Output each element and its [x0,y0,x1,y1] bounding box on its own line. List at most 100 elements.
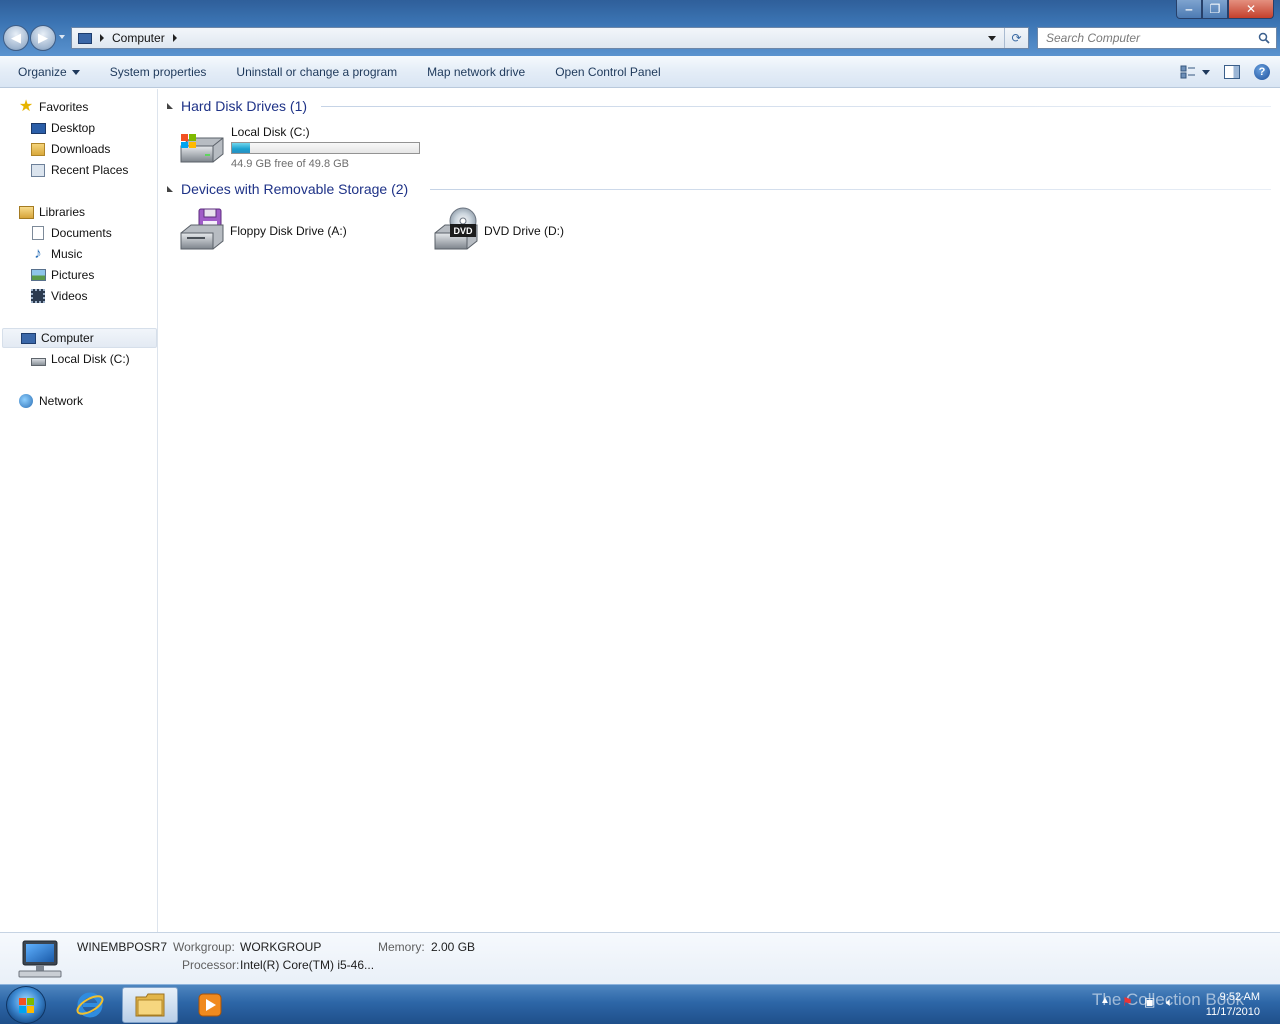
search-box[interactable] [1037,27,1277,49]
media-player-icon [198,993,222,1017]
volume-icon[interactable]: 🔈︎ [1166,995,1180,1009]
drive-name: Local Disk (C:) [231,125,310,139]
nav-local-disk-label: Local Disk (C:) [51,352,130,366]
star-icon: ★ [18,98,34,115]
computer-name: WINEMBPOSR7 [77,940,168,954]
nav-recent-places-label: Recent Places [51,163,129,177]
dvd-badge: DVD [453,226,473,236]
change-view-button[interactable] [1180,65,1210,79]
refresh-button[interactable]: ⟳ [1004,28,1028,48]
windows-logo-icon [19,998,34,1013]
details-pane: WINEMBPOSR7 Workgroup: WORKGROUP Memory:… [0,932,1280,984]
open-control-panel-button[interactable]: Open Control Panel [540,56,675,88]
show-hidden-icons-icon[interactable]: ▲ [1100,995,1114,1009]
help-button[interactable]: ? [1254,64,1270,80]
internet-explorer-icon [76,992,104,1018]
system-tray: ▲ ⚑ ▣ 🔈︎ [1100,995,1180,1009]
uninstall-program-button[interactable]: Uninstall or change a program [221,56,412,88]
preview-pane-button[interactable] [1224,65,1240,79]
taskbar-windows-explorer[interactable] [122,987,178,1023]
close-button[interactable]: ✕ [1228,0,1274,19]
collapse-arrow-icon [167,186,173,192]
maximize-button[interactable]: ❐ [1202,0,1228,19]
memory-label: Memory: [378,940,425,954]
chevron-down-icon [1202,69,1210,75]
navigation-pane: ★ Favorites Desktop Downloads Recent Pla… [0,89,158,932]
nav-recent-places[interactable]: Recent Places [30,160,128,180]
drive-name: Floppy Disk Drive (A:) [230,224,347,238]
nav-videos-label: Videos [51,289,88,303]
nav-libraries-label: Libraries [39,205,86,219]
clock-date: 11/17/2010 [1205,1006,1260,1018]
network-status-icon[interactable]: ▣ [1144,995,1158,1009]
arrow-left-icon: ◀ [11,30,21,45]
nav-music[interactable]: ♪ Music [30,244,82,264]
processor-value: Intel(R) Core(TM) i5-46... [240,958,375,972]
nav-music-label: Music [51,247,83,261]
taskbar: The Collection Book ▲ ⚑ ▣ 🔈︎ 9:52 AM 11/… [0,984,1280,1024]
content-area: Hard Disk Drives (1) Local Disk (C:) 44.… [159,89,1280,932]
taskbar-media-player[interactable] [182,987,238,1023]
nav-libraries[interactable]: Libraries [18,202,85,222]
drive-floppy-a[interactable]: Floppy Disk Drive (A:) [177,207,347,253]
organize-menu[interactable]: Organize [0,56,95,88]
recent-pages-dropdown[interactable] [59,35,65,39]
address-bar[interactable]: Computer ⟳ [71,27,1029,49]
start-button[interactable] [6,986,46,1024]
view-options-icon [1180,65,1195,79]
search-input[interactable] [1038,28,1248,48]
network-icon [18,393,34,409]
workgroup-label: Workgroup: [173,940,235,954]
system-properties-button[interactable]: System properties [95,56,222,88]
window-title-bar: ‒ ❐ ✕ ◀ ▶ Computer ⟳ [0,0,1280,56]
nav-favorites-label: Favorites [39,100,89,114]
hard-drive-icon [30,351,46,367]
nav-computer[interactable]: Computer [2,328,157,348]
collapse-arrow-icon [167,103,173,109]
map-network-drive-button[interactable]: Map network drive [412,56,540,88]
nav-desktop[interactable]: Desktop [30,118,95,138]
music-icon: ♪ [34,245,42,262]
drive-dvd-d[interactable]: DVD DVD Drive (D:) [431,207,564,253]
breadcrumb-separator-icon[interactable] [172,34,177,42]
address-history-dropdown[interactable] [988,36,996,41]
libraries-icon [18,204,34,220]
nav-documents[interactable]: Documents [30,223,112,243]
action-center-icon[interactable]: ⚑ [1122,995,1136,1009]
clock-time: 9:52 AM [1219,991,1260,1003]
nav-local-disk[interactable]: Local Disk (C:) [30,349,130,369]
folder-icon [135,993,165,1017]
search-icon[interactable] [1258,32,1270,44]
pictures-icon [30,267,46,283]
organize-label: Organize [18,64,67,79]
nav-downloads-label: Downloads [51,142,111,156]
clock[interactable]: 9:52 AM 11/17/2010 [1206,990,1260,1020]
recent-places-icon [30,162,46,178]
minimize-button[interactable]: ‒ [1176,0,1202,19]
command-bar: Organize System properties Uninstall or … [0,56,1280,88]
arrow-right-icon: ▶ [38,30,48,45]
drive-name: DVD Drive (D:) [484,224,564,238]
drive-usage-bar [231,142,420,154]
group-divider [430,189,1271,190]
downloads-folder-icon [30,141,46,157]
back-button[interactable]: ◀ [3,25,29,51]
nav-network[interactable]: Network [18,391,83,411]
group-removable-storage[interactable]: Devices with Removable Storage (2) [167,181,408,197]
workgroup-value: WORKGROUP [240,940,322,954]
nav-favorites[interactable]: ★ Favorites [18,97,89,117]
drive-local-disk-c[interactable]: Local Disk (C:) 44.9 GB free of 49.8 GB [177,124,420,170]
hard-drive-icon [180,134,224,163]
taskbar-internet-explorer[interactable] [62,987,118,1023]
nav-videos[interactable]: Videos [30,286,87,306]
forward-button[interactable]: ▶ [30,25,56,51]
breadcrumb-separator-icon[interactable] [100,34,104,42]
breadcrumb-computer[interactable]: Computer [112,31,165,45]
nav-pictures[interactable]: Pictures [30,265,94,285]
memory-value: 2.00 GB [431,940,476,954]
videos-icon [30,288,46,304]
group-hard-disk-drives[interactable]: Hard Disk Drives (1) [167,98,307,114]
drive-free-space: 44.9 GB free of 49.8 GB [231,158,350,170]
nav-pictures-label: Pictures [51,268,95,282]
nav-downloads[interactable]: Downloads [30,139,110,159]
